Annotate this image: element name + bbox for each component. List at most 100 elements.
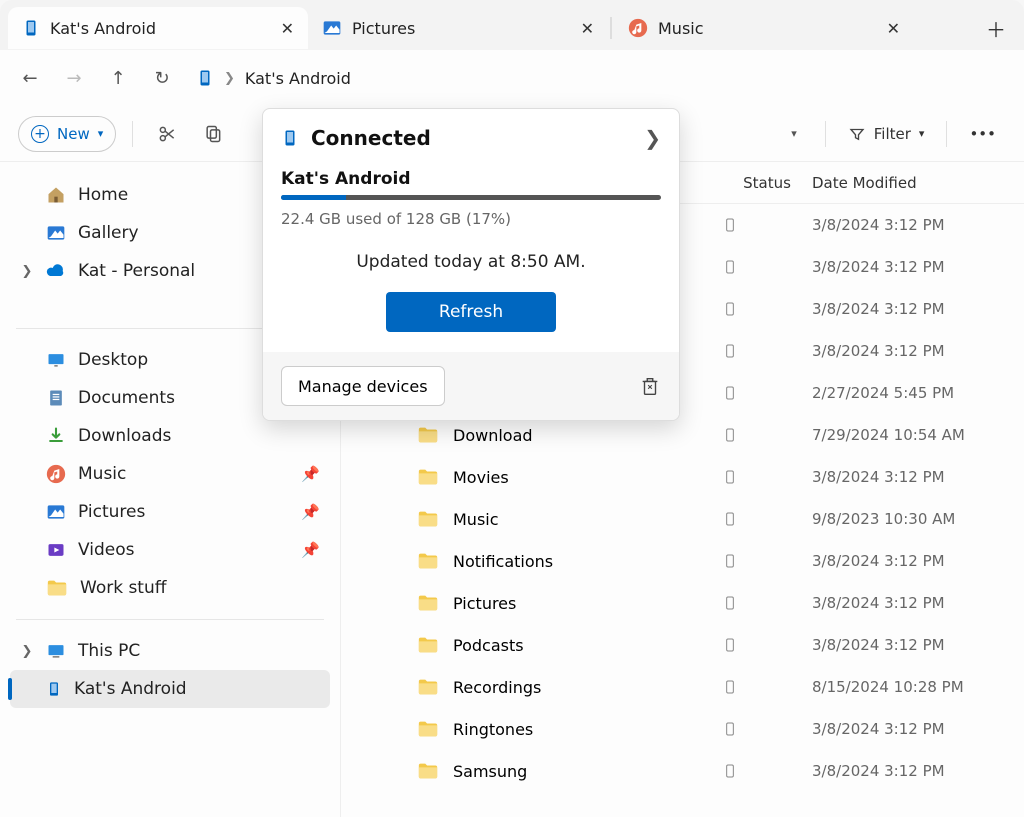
phone-status-icon [722, 467, 738, 487]
phone-status-icon [722, 551, 738, 571]
pin-icon[interactable]: 📌 [301, 465, 320, 483]
chevron-right-icon[interactable]: ❯ [644, 126, 661, 150]
folder-icon [417, 592, 439, 614]
file-row[interactable]: Samsung 3/8/2024 3:12 PM [341, 750, 1024, 792]
popup-body: Kat's Android 22.4 GB used of 128 GB (17… [263, 169, 679, 352]
file-name-label: Samsung [453, 762, 527, 781]
tab-music[interactable]: Music ✕ [614, 7, 914, 49]
sidebar-item-kats-android[interactable]: Kat's Android [10, 670, 330, 708]
manage-devices-button[interactable]: Manage devices [281, 366, 445, 406]
phone-status-icon [722, 383, 738, 403]
more-button[interactable]: ••• [959, 116, 1006, 152]
new-button[interactable]: + New ▾ [18, 116, 116, 152]
tab-label: Pictures [352, 19, 415, 38]
connected-label: Connected [311, 126, 431, 150]
phone-status-icon [722, 425, 738, 445]
file-row[interactable]: Notifications3/8/2024 3:12 PM [341, 540, 1024, 582]
folder-icon [417, 676, 439, 698]
toolbar-separator [946, 121, 947, 147]
chevron-down-icon[interactable]: ▾ [791, 127, 797, 140]
phone-status-icon [722, 509, 738, 529]
phone-status-icon [722, 341, 738, 361]
file-row[interactable]: Pictures3/8/2024 3:12 PM [341, 582, 1024, 624]
sidebar-item-label: Kat's Android [74, 679, 187, 699]
sidebar-item-label: Documents [78, 388, 175, 408]
file-date-cell: 3/8/2024 3:12 PM [812, 552, 1012, 570]
phone-status-icon [722, 299, 738, 319]
folder-icon [417, 466, 439, 488]
sidebar-item-music[interactable]: Music 📌 [10, 455, 330, 493]
sidebar-item-label: Downloads [78, 426, 171, 446]
col-status-header[interactable]: Status [722, 174, 812, 192]
sidebar-item-videos[interactable]: Videos 📌 [10, 531, 330, 569]
sidebar-item-pictures[interactable]: Pictures 📌 [10, 493, 330, 531]
documents-icon [46, 388, 66, 408]
close-icon[interactable]: ✕ [281, 19, 294, 38]
file-name-cell: Movies [353, 466, 722, 488]
sidebar-item-work-stuff[interactable]: Work stuff [10, 569, 330, 607]
file-row[interactable]: Movies 3/8/2024 3:12 PM [341, 456, 1024, 498]
refresh-nav-button[interactable]: ↻ [142, 58, 182, 98]
filter-label: Filter [874, 125, 911, 143]
file-date-cell: 3/8/2024 3:12 PM [812, 300, 1012, 318]
phone-status-icon [722, 257, 738, 277]
sidebar-item-downloads[interactable]: Downloads [10, 417, 330, 455]
tab-separator [610, 17, 612, 39]
refresh-button[interactable]: Refresh [386, 292, 556, 332]
nav-bar: ← → ↑ ↻ ❯ Kat's Android [0, 50, 1024, 106]
file-name-cell: Download [353, 424, 722, 446]
file-name-cell: Recordings [353, 676, 722, 698]
cut-button[interactable] [149, 116, 185, 152]
file-date-cell: 3/8/2024 3:12 PM [812, 468, 1012, 486]
sidebar-item-label: Desktop [78, 350, 148, 370]
up-button[interactable]: ↑ [98, 58, 138, 98]
file-date-cell: 7/29/2024 10:54 AM [812, 426, 1012, 444]
copy-button[interactable] [195, 116, 231, 152]
new-tab-button[interactable]: ＋ [976, 8, 1016, 48]
file-row[interactable]: Music9/8/2023 10:30 AM [341, 498, 1024, 540]
file-date-cell: 2/27/2024 5:45 PM [812, 384, 1012, 402]
file-row[interactable]: Recordings8/15/2024 10:28 PM [341, 666, 1024, 708]
chevron-down-icon: ▾ [919, 127, 925, 140]
forward-button[interactable]: → [54, 58, 94, 98]
sidebar-item-label: Music [78, 464, 126, 484]
file-name-label: Pictures [453, 594, 516, 613]
recycle-bin-icon[interactable] [639, 375, 661, 397]
phone-status-icon [722, 635, 738, 655]
storage-progress-fill [281, 195, 346, 200]
filter-button[interactable]: Filter ▾ [838, 116, 935, 152]
folder-icon [417, 634, 439, 656]
file-name-label: Recordings [453, 678, 541, 697]
tab-label: Music [658, 19, 704, 38]
pin-icon[interactable]: 📌 [301, 541, 320, 559]
file-status-cell [722, 593, 812, 613]
address-label: Kat's Android [245, 69, 351, 88]
file-date-cell: 3/8/2024 3:12 PM [812, 216, 1012, 234]
popup-header[interactable]: Connected ❯ [263, 109, 679, 169]
file-name-cell: Music [353, 508, 722, 530]
file-row[interactable]: Ringtones3/8/2024 3:12 PM [341, 708, 1024, 750]
back-button[interactable]: ← [10, 58, 50, 98]
divider [16, 619, 324, 620]
file-status-cell [722, 257, 812, 277]
download-icon [46, 426, 66, 446]
pin-icon[interactable]: 📌 [301, 503, 320, 521]
file-date-cell: 3/8/2024 3:12 PM [812, 342, 1012, 360]
music-icon [628, 18, 648, 38]
close-icon[interactable]: ✕ [581, 19, 594, 38]
address-bar[interactable]: ❯ Kat's Android [196, 67, 351, 89]
close-icon[interactable]: ✕ [887, 19, 900, 38]
tab-pictures[interactable]: Pictures ✕ [308, 7, 608, 49]
file-date-cell: 3/8/2024 3:12 PM [812, 636, 1012, 654]
tab-kats-android[interactable]: Kat's Android ✕ [8, 7, 308, 49]
col-date-header[interactable]: Date Modified [812, 174, 1012, 192]
chevron-right-icon[interactable]: ❯ [20, 644, 34, 659]
chevron-right-icon[interactable]: ❯ [20, 264, 34, 279]
pictures-icon [46, 502, 66, 522]
sidebar-item-this-pc[interactable]: ❯ This PC [10, 632, 330, 670]
videos-icon [46, 540, 66, 560]
file-date-cell: 3/8/2024 3:12 PM [812, 762, 1012, 780]
file-row[interactable]: Podcasts3/8/2024 3:12 PM [341, 624, 1024, 666]
toolbar-separator [825, 121, 826, 147]
file-name-label: Movies [453, 468, 509, 487]
